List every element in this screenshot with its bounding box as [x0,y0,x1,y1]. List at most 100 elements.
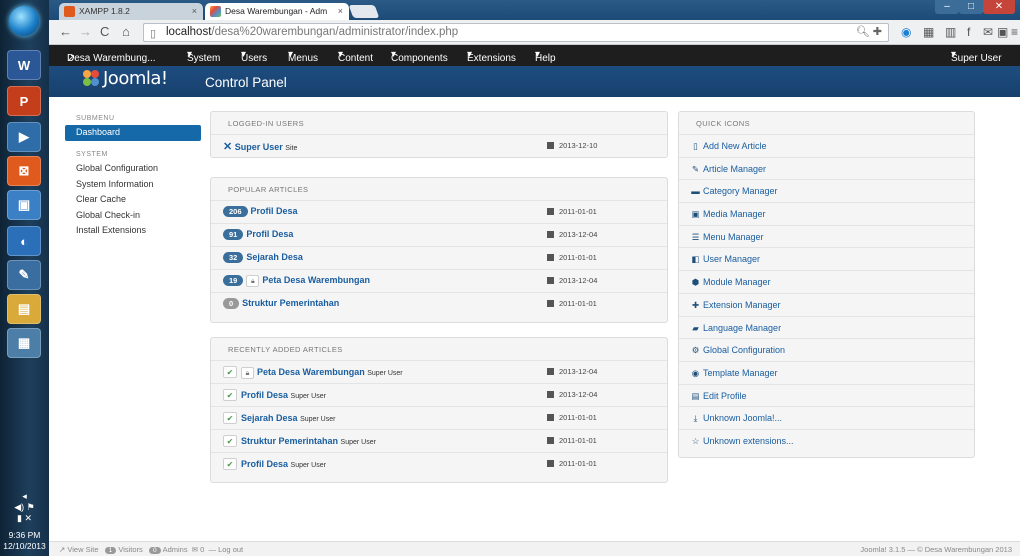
quick-icon-extension-manager[interactable]: ✚ Extension Manager [679,292,974,316]
forward-icon[interactable]: → [79,25,92,39]
menu-users[interactable]: Users ▾ [241,49,267,64]
menu-menus[interactable]: Menus ▾ [288,49,318,64]
media-player-icon[interactable]: ▶ [7,122,41,152]
article-link[interactable]: Sejarah Desa [246,252,303,262]
article-link[interactable]: Struktur Pemerintahan [241,436,338,446]
quick-icon-add-new-article[interactable]: ▯ Add New Article [679,134,974,157]
facebook-icon[interactable]: f [967,25,970,39]
powerpoint-icon[interactable]: P [7,86,41,116]
quick-icon-language-manager[interactable]: ▰ Language Manager [679,315,974,339]
address-path: /desa%20warembungan/administrator/index.… [211,26,459,38]
published-check-icon[interactable]: ✔ [223,412,237,424]
user-menu[interactable]: Super User ▾ [951,49,1002,64]
menu-system[interactable]: System ▾ [187,49,220,64]
lock-icon: 🔒︎ [241,367,254,379]
article-link[interactable]: Profil Desa [241,390,288,400]
quick-icon-edit-profile[interactable]: ▤ Edit Profile [679,383,974,407]
folder-icon: ▬ [691,186,700,197]
close-tab-icon[interactable]: × [192,6,197,16]
eye-icon: ◉ [691,367,700,378]
quick-icon-category-manager[interactable]: ▬ Category Manager [679,179,974,202]
screen-icon[interactable]: ▣ [997,25,1008,39]
file-explorer-icon[interactable]: ▤ [7,294,41,324]
sidebar-item-clear-cache[interactable]: Clear Cache [65,192,201,208]
quick-icon-menu-manager[interactable]: ☰ Menu Manager [679,224,974,248]
minimize-button[interactable]: – [935,0,959,14]
menu-extensions[interactable]: Extensions ▾ [467,49,516,64]
extension-icon[interactable]: ▥ [945,25,956,39]
article-link[interactable]: Struktur Pemerintahan [242,298,339,308]
envelope-icon: ✉ [191,545,199,554]
joomla-logo[interactable]: Joomla! [82,68,168,89]
article-link[interactable]: Profil Desa [241,459,288,469]
article-link[interactable]: Profil Desa [246,229,293,239]
sidebar: SUBMENU Dashboard SYSTEM Global Configur… [65,111,201,239]
mail-icon[interactable]: ✉ [983,25,993,39]
quick-icon-user-manager[interactable]: ◧ User Manager [679,247,974,270]
quick-icon-media-manager[interactable]: ▣ Media Manager [679,202,974,225]
list-item: ✔ Sejarah Desa Super User 2011-01-01 [211,406,667,429]
word-icon[interactable]: W [7,50,41,80]
view-site-link[interactable]: ↗ View Site [59,545,99,554]
start-button[interactable] [9,6,39,36]
picture-viewer-icon[interactable]: ▦ [7,328,41,358]
sidebar-item-system-information[interactable]: System Information [65,177,201,193]
new-tab-button[interactable] [348,5,380,18]
menu-help[interactable]: Help ▾ [535,49,556,64]
article-link[interactable]: Profil Desa [251,206,298,216]
list-item: 0 Struktur Pemerintahan 2011-01-01 [211,292,667,315]
quick-icon-module-manager[interactable]: ⬢ Module Manager [679,270,974,293]
sidebar-item-global-configuration[interactable]: Global Configuration [65,161,201,177]
home-icon[interactable]: ⌂ [122,25,130,39]
copyright: Joomla! 3.1.5 — © Desa Warembungan 2013 [860,545,1012,554]
maximize-button[interactable]: □ [959,0,983,14]
author: Super User [290,462,326,469]
panel-heading: POPULAR ARTICLES [228,185,309,194]
tray-icons[interactable]: ◂ ◀) ⚑ ▮ ✕ [0,491,49,524]
menu-content[interactable]: Content ▾ [338,49,373,64]
quick-icon-template-manager[interactable]: ◉ Template Manager [679,360,974,384]
sidebar-item-dashboard[interactable]: Dashboard [65,125,201,141]
search-icon[interactable]: 🔍︎ ✚ [856,25,882,38]
menu-icon[interactable]: ≡ [1011,25,1018,39]
back-icon[interactable]: ← [59,25,72,39]
xampp-icon[interactable]: ⊠ [7,156,41,186]
file-add-icon: ▯ [693,141,698,151]
published-check-icon[interactable]: ✔ [223,366,237,378]
tab-desa-warembungan[interactable]: Desa Warembungan - Adm × [205,3,349,20]
hits-badge: 91 [223,229,244,240]
article-link[interactable]: Sejarah Desa [241,413,298,423]
quick-icon-extension-updates[interactable]: ☆ Unknown extensions... [679,428,974,452]
cog-icon: ⚙ [691,345,700,356]
published-check-icon[interactable]: ✔ [223,458,237,470]
messages-link[interactable]: ✉ 0 [192,545,205,554]
extension-icon[interactable]: ◉ [901,25,911,39]
reload-icon[interactable]: C [100,25,109,39]
address-host: localhost [166,26,212,38]
remote-desktop-icon[interactable]: ▣ [7,190,41,220]
browser-icon[interactable]: ◐ [7,226,41,256]
address-bar[interactable]: ▯ localhost/desa%20warembungan/administr… [143,23,889,42]
article-link[interactable]: Peta Desa Warembungan [257,367,365,377]
sidebar-item-global-check-in[interactable]: Global Check-in [65,208,201,224]
close-window-button[interactable]: ✕ [983,0,1015,14]
menu-components[interactable]: Components ▾ [391,49,448,64]
extension-icon[interactable]: ▦ [923,25,934,39]
user-link[interactable]: Super User [235,142,283,152]
article-link[interactable]: Peta Desa Warembungan [262,275,370,285]
xampp-favicon-icon [64,6,75,17]
tab-xampp[interactable]: XAMPP 1.8.2 × [59,3,203,20]
close-tab-icon[interactable]: × [338,6,343,16]
quick-icons-panel: QUICK ICONS ▯ Add New Article ✎ Article Ma… [678,111,975,458]
paint-icon[interactable]: ✎ [7,260,41,290]
quick-icon-global-configuration[interactable]: ⚙ Global Configuration [679,338,974,361]
sidebar-item-install-extensions[interactable]: Install Extensions [65,223,201,239]
published-check-icon[interactable]: ✔ [223,389,237,401]
quick-icon-article-manager[interactable]: ✎ Article Manager [679,156,974,180]
user-icon: ◧ [691,254,700,265]
list-item: 32 Sejarah Desa 2011-01-01 [211,246,667,269]
logout-user-icon[interactable]: ✕ [223,141,232,153]
published-check-icon[interactable]: ✔ [223,435,237,447]
quick-icon-joomla-update[interactable]: ⤓ Unknown Joomla!... [679,406,974,429]
logout-link[interactable]: — Log out [209,545,244,554]
